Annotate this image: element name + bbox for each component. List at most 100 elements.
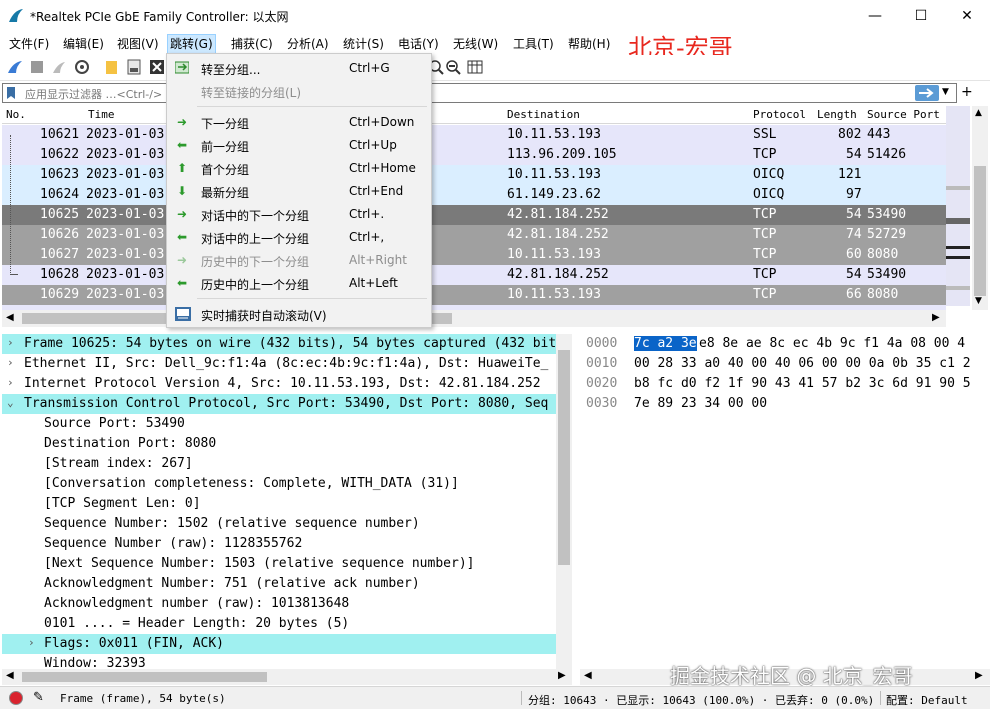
detail-field[interactable]: [TCP Segment Len: 0] <box>2 494 557 514</box>
display-filter-bar: 应用显示过滤器 …<Ctrl-/> ▼ + <box>0 82 990 104</box>
menu-item-prev-in-conversation[interactable]: ⬅ 对话中的上一个分组 Ctrl+, <box>167 226 431 248</box>
bookmark-icon[interactable] <box>6 86 16 100</box>
watermark-bottom: 掘金技术社区 @ 北京_宏哥 <box>670 664 913 688</box>
scroll-thumb[interactable] <box>974 166 986 296</box>
display-filter-input[interactable]: 应用显示过滤器 …<Ctrl-/> ▼ <box>2 83 957 103</box>
scroll-left-icon[interactable]: ◀ <box>584 670 592 681</box>
detail-field[interactable]: Sequence Number (raw): 1128355762 <box>2 534 557 554</box>
detail-frame[interactable]: › Frame 10625: 54 bytes on wire (432 bits… <box>2 334 557 354</box>
packet-list-hscrollbar[interactable]: ◀ ▶ <box>2 310 946 327</box>
menu-bar: 文件(F) 编辑(E) 视图(V) 跳转(G) 捕获(C) 分析(A) 统计(S… <box>0 31 990 55</box>
apply-filter-arrow-icon[interactable] <box>915 85 939 101</box>
minimap-mark <box>946 256 970 259</box>
capture-options-icon[interactable] <box>74 59 90 75</box>
detail-field[interactable]: Source Port: 53490 <box>2 414 557 434</box>
menu-item-first-packet[interactable]: ⬆ 首个分组 Ctrl+Home <box>167 157 431 179</box>
menu-item-goto-packet[interactable]: 转至分组... Ctrl+G <box>167 57 431 79</box>
scroll-right-icon[interactable]: ▶ <box>558 670 566 681</box>
add-filter-button[interactable]: + <box>961 84 973 100</box>
col-no[interactable]: No. <box>6 108 26 121</box>
col-destination[interactable]: Destination <box>507 108 580 121</box>
col-time[interactable]: Time <box>88 108 115 121</box>
menu-telephony[interactable]: 电话(Y) <box>396 34 441 54</box>
menu-capture[interactable]: 捕获(C) <box>229 34 275 54</box>
details-scroll-thumb[interactable] <box>558 350 570 565</box>
close-button[interactable]: ✕ <box>944 0 990 31</box>
menu-edit[interactable]: 编辑(E) <box>61 34 106 54</box>
detail-field[interactable]: [Next Sequence Number: 1503 (relative se… <box>2 554 557 574</box>
menu-go[interactable]: 跳转(G) <box>167 34 216 54</box>
detail-field[interactable]: Acknowledgment number (raw): 1013813648 <box>2 594 557 614</box>
menu-item-last-packet[interactable]: ⬇ 最新分组 Ctrl+End <box>167 180 431 202</box>
scroll-right-icon[interactable]: ▶ <box>932 312 940 323</box>
menu-item-auto-scroll[interactable]: 实时捕获时自动滚动(V) <box>167 303 431 325</box>
filter-placeholder: 应用显示过滤器 …<Ctrl-/> <box>25 88 163 101</box>
menu-separator <box>197 106 427 107</box>
minimize-button[interactable]: — <box>852 0 898 31</box>
menu-statistics[interactable]: 统计(S) <box>341 34 386 54</box>
filter-history-dropdown-icon[interactable]: ▼ <box>942 87 949 97</box>
open-file-icon[interactable] <box>104 59 120 75</box>
detail-field[interactable]: [Stream index: 267] <box>2 454 557 474</box>
maximize-button[interactable]: ☐ <box>898 0 944 31</box>
menu-item-prev-packet[interactable]: ⬅ 前一分组 Ctrl+Up <box>167 134 431 156</box>
packet-row[interactable]: 10629 2023-01-03 10.11.53.193 TCP 66 8080 <box>2 285 946 305</box>
col-protocol[interactable]: Protocol <box>753 108 806 121</box>
menu-file[interactable]: 文件(F) <box>7 34 51 54</box>
packet-row[interactable]: 10626 2023-01-03 42.81.184.252 TCP 74 52729 <box>2 225 946 245</box>
start-capture-icon[interactable] <box>7 59 23 75</box>
packet-row[interactable]: 10628 2023-01-03 42.81.184.252 TCP 54 53490 <box>2 265 946 285</box>
capture-status-icon[interactable] <box>9 691 23 705</box>
arrow-right-icon: ➜ <box>176 207 188 221</box>
save-file-icon[interactable] <box>126 59 142 75</box>
detail-field[interactable]: [Conversation completeness: Complete, WI… <box>2 474 557 494</box>
detail-field[interactable]: Window: 32393 <box>2 654 557 669</box>
scroll-left-icon[interactable]: ◀ <box>6 312 14 323</box>
packet-row[interactable]: 10627 2023-01-03 10.11.53.193 TCP 60 8080 <box>2 245 946 265</box>
scroll-left-icon[interactable]: ◀ <box>6 670 14 681</box>
packet-row[interactable]: 10621 2023-01-03 10.11.53.193 SSL 802 443 <box>2 125 946 145</box>
edit-comment-icon[interactable]: ✎ <box>33 690 44 705</box>
packet-row-selected[interactable]: 10625 2023-01-03 42.81.184.252 TCP 54 53490 <box>2 205 946 225</box>
packet-list-vscrollbar[interactable]: ▲ ▼ <box>972 106 988 310</box>
menu-item-next-packet[interactable]: ➜ 下一分组 Ctrl+Down <box>167 111 431 133</box>
restart-capture-icon[interactable] <box>51 59 67 75</box>
detail-field[interactable]: Acknowledgment Number: 751 (relative ack… <box>2 574 557 594</box>
packet-row[interactable]: 10623 2023-01-03 10.11.53.193 OICQ 121 <box>2 165 946 185</box>
zoom-out-icon[interactable] <box>445 59 461 75</box>
menu-item-next-in-history[interactable]: ➜ 历史中的下一个分组 Alt+Right <box>167 249 431 271</box>
packet-row[interactable]: 10624 2023-01-03 61.149.23.62 OICQ 97 <box>2 185 946 205</box>
detail-ethernet[interactable]: › Ethernet II, Src: Dell_9c:f1:4a (8c:ec:… <box>2 354 557 374</box>
menu-analyze[interactable]: 分析(A) <box>285 34 331 54</box>
minimap-mark <box>946 218 970 224</box>
menu-item-prev-in-history[interactable]: ⬅ 历史中的上一个分组 Alt+Left <box>167 272 431 294</box>
menu-view[interactable]: 视图(V) <box>115 34 161 54</box>
packet-row[interactable]: 10622 2023-01-03 113.96.209.105 TCP 54 51426 <box>2 145 946 165</box>
packet-minimap[interactable] <box>946 106 970 306</box>
minimap-mark <box>946 286 970 290</box>
menu-help[interactable]: 帮助(H) <box>566 34 612 54</box>
close-file-icon[interactable] <box>149 59 165 75</box>
menu-item-next-in-conversation[interactable]: ➜ 对话中的下一个分组 Ctrl+. <box>167 203 431 225</box>
stop-capture-icon[interactable] <box>29 59 45 75</box>
details-hscrollbar[interactable]: ◀ ▶ <box>2 669 572 685</box>
detail-ipv4[interactable]: › Internet Protocol Version 4, Src: 10.11… <box>2 374 557 394</box>
hscroll-thumb[interactable] <box>22 672 267 682</box>
status-profile[interactable]: 配置: Default <box>886 692 968 708</box>
menu-item-goto-linked[interactable]: 转至链接的分组(L) <box>167 80 431 102</box>
detail-field[interactable]: 0101 .... = Header Length: 20 bytes (5) <box>2 614 557 634</box>
scroll-up-icon[interactable]: ▲ <box>975 108 982 118</box>
detail-flags[interactable]: › Flags: 0x011 (FIN, ACK) <box>2 634 557 654</box>
arrow-up-icon: ⬆ <box>176 161 188 175</box>
menu-tools[interactable]: 工具(T) <box>511 34 556 54</box>
col-source-port[interactable]: Source Port <box>867 108 940 121</box>
detail-field[interactable]: Sequence Number: 1502 (relative sequence… <box>2 514 557 534</box>
detail-tcp[interactable]: ⌄ Transmission Control Protocol, Src Port… <box>2 394 557 414</box>
scroll-down-icon[interactable]: ▼ <box>975 296 982 306</box>
resize-columns-icon[interactable] <box>467 59 483 75</box>
scroll-right-icon[interactable]: ▶ <box>975 670 983 681</box>
col-length[interactable]: Length <box>817 108 857 121</box>
detail-field[interactable]: Destination Port: 8080 <box>2 434 557 454</box>
arrow-left-icon: ⬅ <box>176 138 188 152</box>
menu-wireless[interactable]: 无线(W) <box>451 34 500 54</box>
